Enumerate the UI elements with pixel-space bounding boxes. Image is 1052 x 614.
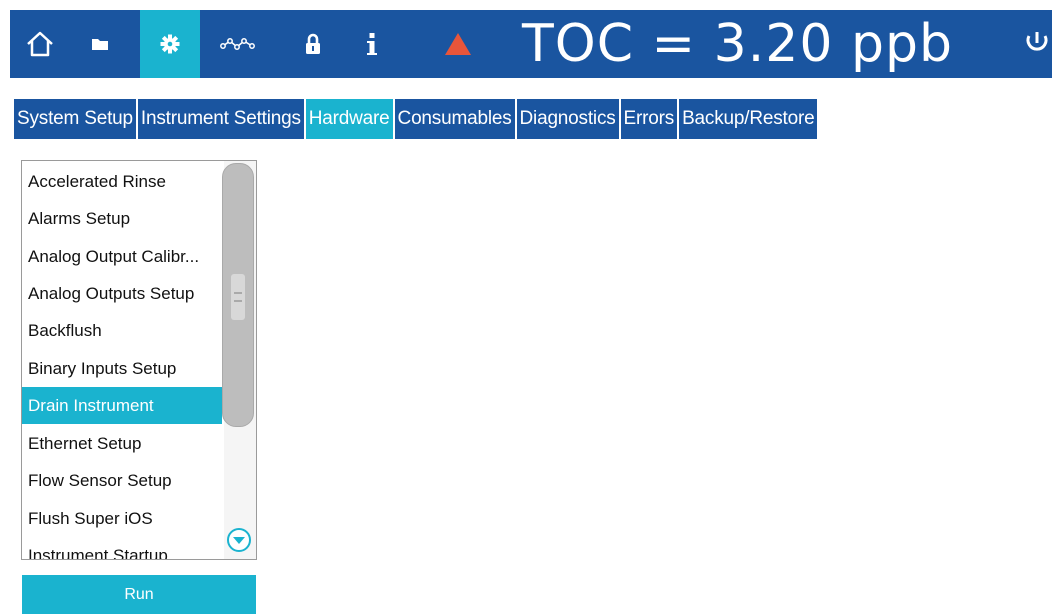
trend-icon [220,38,255,50]
list-item-analog-outputs-setup[interactable]: Analog Outputs Setup [22,275,222,312]
settings-tabs: System Setup Instrument Settings Hardwar… [14,99,820,139]
trend-button[interactable] [208,10,268,78]
tab-hardware[interactable]: Hardware [305,99,395,139]
scroll-down-button[interactable] [226,527,252,553]
top-bar: TOC = 3.20 ppb [0,0,1052,78]
tab-backup-restore[interactable]: Backup/Restore [679,99,820,139]
folder-button[interactable] [70,10,130,78]
list-item-flush-super-ios[interactable]: Flush Super iOS [22,500,222,537]
list-item-ethernet-setup[interactable]: Ethernet Setup [22,425,222,462]
power-icon [1026,32,1048,51]
list-item-accelerated-rinse[interactable]: Accelerated Rinse [22,163,222,200]
run-button[interactable]: Run [22,575,256,614]
home-icon [27,31,53,57]
scrollbar-thumb[interactable] [222,163,254,427]
toc-reading: TOC = 3.20 ppb [522,14,953,74]
list-item-flow-sensor-setup[interactable]: Flow Sensor Setup [22,462,222,499]
list-item-drain-instrument[interactable]: Drain Instrument [22,387,222,424]
lock-button[interactable] [283,10,343,78]
power-button[interactable] [1022,10,1052,78]
settings-button[interactable] [140,10,200,78]
list-item-analog-output-calibration[interactable]: Analog Output Calibr... [22,238,222,275]
list-item-instrument-startup[interactable]: Instrument Startup [22,537,222,559]
tab-diagnostics[interactable]: Diagnostics [516,99,621,139]
list-item-alarms-setup[interactable]: Alarms Setup [22,200,222,237]
scrollbar-grip [231,274,245,320]
tab-system-setup[interactable]: System Setup [14,99,138,139]
tab-consumables[interactable]: Consumables [394,99,517,139]
alarm-button[interactable] [428,10,488,78]
info-button[interactable] [342,10,402,78]
alarm-triangle-icon [445,33,471,55]
home-button[interactable] [10,10,70,78]
folder-icon [92,39,108,50]
tab-instrument-settings[interactable]: Instrument Settings [137,99,306,139]
list-item-backflush[interactable]: Backflush [22,312,222,349]
lock-icon [306,33,320,54]
list-item-binary-inputs-setup[interactable]: Binary Inputs Setup [22,350,222,387]
info-icon [367,33,377,55]
tab-errors[interactable]: Errors [620,99,680,139]
gear-icon [160,34,180,54]
chevron-down-icon [227,528,251,552]
hardware-function-list[interactable]: Accelerated Rinse Alarms Setup Analog Ou… [21,160,257,560]
